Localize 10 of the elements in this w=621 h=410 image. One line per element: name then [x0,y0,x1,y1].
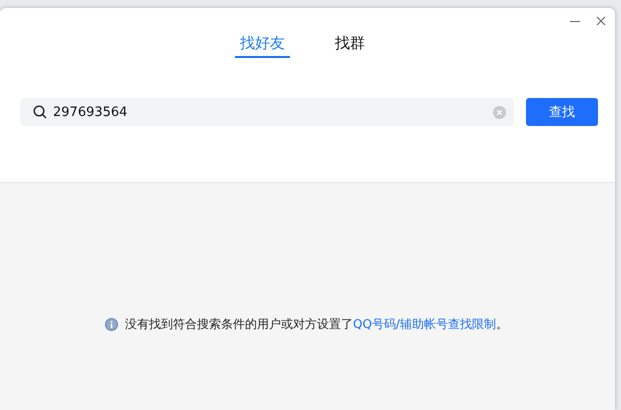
search-field[interactable]: 297693564 [20,98,514,126]
search-button[interactable]: 查找 [526,98,598,126]
tab[interactable]: 找群 [330,34,370,58]
notice-text: 没有找到符合搜索条件的用户或对方设置了QQ号码/辅助帐号查找限制。 [125,316,508,332]
search-icon [33,105,47,119]
restriction-link[interactable]: QQ号码/辅助帐号查找限制 [353,316,496,330]
search-input[interactable]: 297693564 [53,104,487,120]
info-icon [105,318,118,330]
tab[interactable]: 找好友 [235,34,290,58]
close-icon[interactable] [596,16,606,26]
